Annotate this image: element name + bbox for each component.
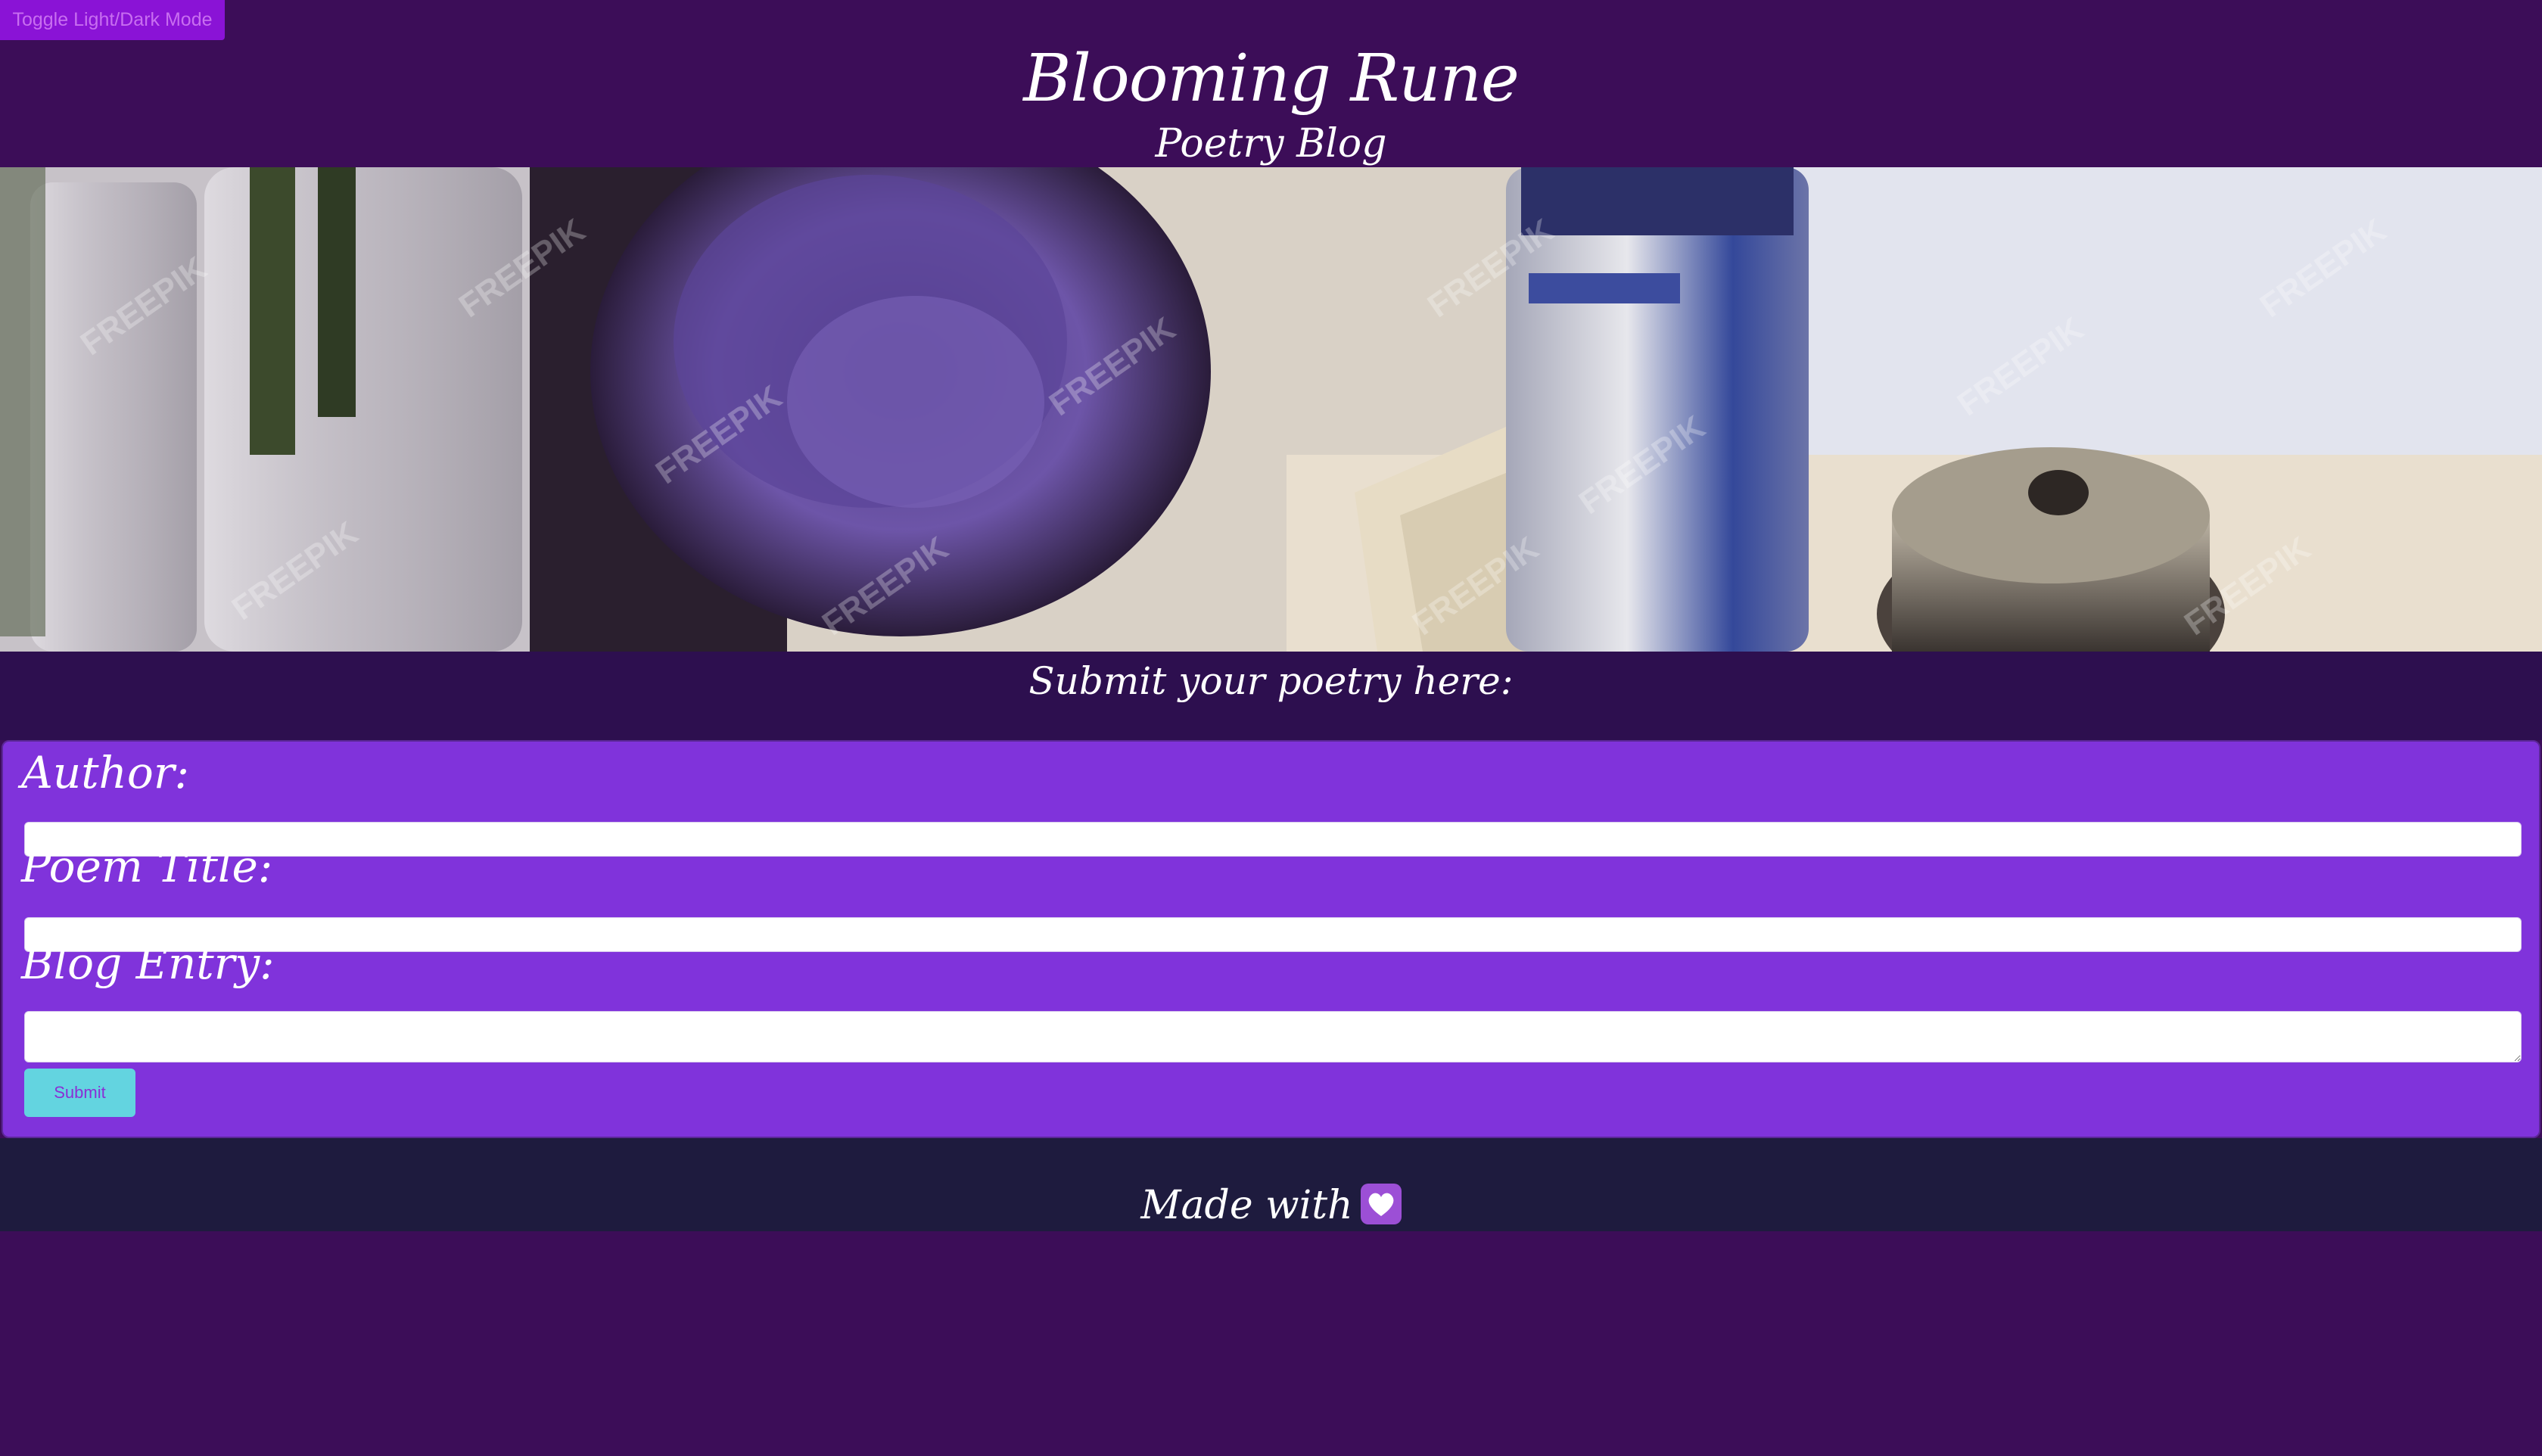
- poem-title-input[interactable]: [24, 917, 2522, 952]
- purple-heart-icon: [1360, 1184, 1402, 1224]
- author-input[interactable]: [24, 822, 2522, 857]
- author-label: Author:: [21, 747, 190, 798]
- blog-entry-label: Blog Entry:: [21, 938, 275, 989]
- page-background: [0, 1231, 2542, 1456]
- submit-button[interactable]: Submit: [24, 1069, 135, 1117]
- poetry-submission-form: Author: Poem Title: Blog Entry: Submit: [2, 740, 2540, 1138]
- footer-text: Made with: [1140, 1183, 1353, 1228]
- footer-credit: Made with: [0, 1181, 2542, 1230]
- poem-title-label: Poem Title:: [21, 841, 273, 892]
- submit-heading: Submit your poetry here:: [1028, 659, 1514, 703]
- blog-entry-textarea[interactable]: [24, 1011, 2522, 1062]
- inkwell-jar: [1877, 447, 2225, 652]
- hero-banner-image: FREEPIK FREEPIK FREEPIK FREEPIK FREEPIK …: [0, 167, 2542, 652]
- site-header: Blooming Rune Poetry Blog: [0, 0, 2542, 167]
- toggle-theme-button[interactable]: Toggle Light/Dark Mode: [0, 0, 225, 40]
- submit-section: Submit your poetry here:: [0, 652, 2542, 740]
- hero-illustration: FREEPIK FREEPIK FREEPIK FREEPIK FREEPIK …: [0, 167, 2542, 652]
- site-title: Blooming Rune: [1023, 41, 1520, 117]
- site-subtitle: Poetry Blog: [1155, 121, 1387, 166]
- site-footer: Made with: [0, 1138, 2542, 1231]
